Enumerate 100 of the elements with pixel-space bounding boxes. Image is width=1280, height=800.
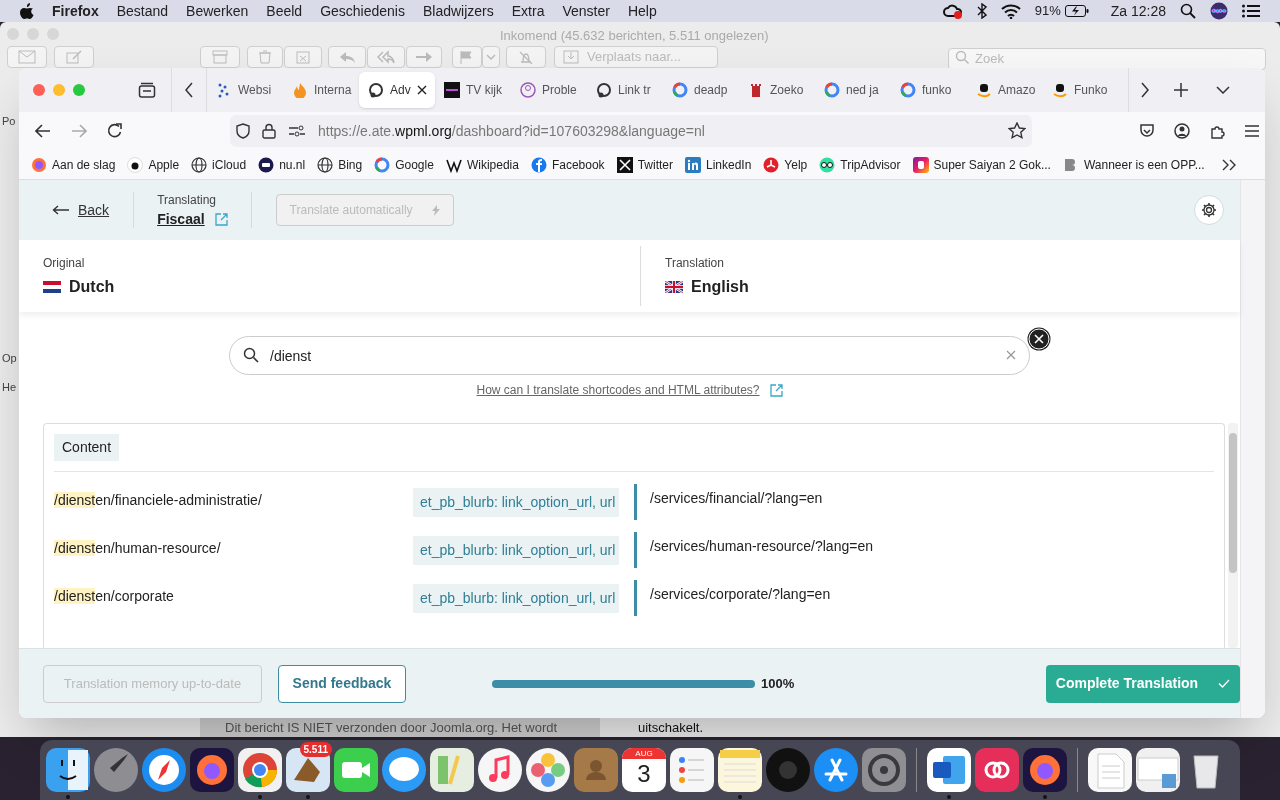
bookmark[interactable]: Yelp <box>763 155 808 174</box>
reload-icon[interactable] <box>107 123 123 139</box>
bookmark[interactable]: Aan de slag <box>31 155 116 174</box>
chevron-down-icon[interactable] <box>1216 86 1230 94</box>
app-icon[interactable] <box>44 746 92 794</box>
chevron-right-icon[interactable] <box>1140 82 1150 98</box>
app-icon[interactable] <box>668 746 716 794</box>
back-arrow-icon[interactable] <box>35 124 51 138</box>
app-icon[interactable] <box>1134 746 1182 794</box>
sidebar-label[interactable]: He <box>2 381 17 393</box>
app-icon[interactable] <box>925 746 973 794</box>
battery-icon[interactable] <box>1064 5 1089 17</box>
browser-tab[interactable]: Funko <box>1043 72 1119 108</box>
menu-item[interactable]: Venster <box>562 0 610 22</box>
browser-tab[interactable]: Websi <box>207 72 283 108</box>
app-icon[interactable] <box>716 746 764 794</box>
back-link[interactable]: Back <box>52 199 110 221</box>
cloud-sync-icon[interactable] <box>942 3 963 19</box>
app-icon[interactable] <box>973 746 1021 794</box>
wifi-icon[interactable] <box>1000 3 1021 19</box>
browser-tab[interactable]: Link tr <box>587 72 663 108</box>
list-icon[interactable] <box>1242 4 1260 18</box>
app-menu[interactable]: Firefox <box>52 0 99 22</box>
bookmark[interactable]: Google <box>374 155 434 174</box>
app-icon[interactable] <box>428 746 476 794</box>
account-icon[interactable] <box>1174 123 1190 139</box>
app-icon[interactable] <box>380 746 428 794</box>
browser-tab[interactable]: TV kijk <box>435 72 511 108</box>
double-chevron-icon[interactable] <box>1221 158 1237 171</box>
document-link[interactable]: Fiscaal <box>157 208 205 230</box>
app-icon[interactable] <box>284 746 332 794</box>
app-icon[interactable] <box>476 746 524 794</box>
bookmark[interactable]: Wikipedia <box>445 155 519 174</box>
browser-tab[interactable]: Interna <box>283 72 359 108</box>
settings-button[interactable] <box>1194 195 1224 225</box>
plus-icon[interactable] <box>1174 83 1188 97</box>
translation-text[interactable]: /services/financial/?lang=en <box>634 484 823 520</box>
dock-item[interactable]: AUG 3 <box>620 740 668 800</box>
gear-icon <box>1201 202 1217 218</box>
app-icon[interactable] <box>1086 746 1134 794</box>
close-icon[interactable] <box>416 85 427 95</box>
apple-logo-icon[interactable] <box>20 3 34 19</box>
address-bar[interactable]: https://e.ate.wpml.org/dashboard?id=107603298&language=nl <box>230 115 1032 147</box>
search-icon[interactable] <box>1180 3 1196 19</box>
pocket-icon[interactable] <box>1139 123 1155 139</box>
browser-tab[interactable]: Proble <box>511 72 587 108</box>
bookmark[interactable]: TripAdvisor <box>819 155 901 174</box>
menu-item[interactable]: Bewerken <box>186 0 249 22</box>
menu-item[interactable]: Bestand <box>116 0 169 22</box>
browser-tab[interactable]: funko <box>891 72 967 108</box>
puzzle-icon[interactable] <box>1209 123 1225 139</box>
app-icon[interactable] <box>812 746 860 794</box>
browser-tab[interactable]: deadp <box>663 72 739 108</box>
bookmark[interactable]: Bing <box>317 155 363 174</box>
clear-icon[interactable] <box>1006 350 1016 360</box>
translation-text[interactable]: /services/corporate/?lang=en <box>634 580 831 616</box>
lock-icon[interactable] <box>262 123 276 139</box>
app-icon[interactable] <box>524 746 572 794</box>
bookmark[interactable]: nu.nl <box>258 155 306 174</box>
send-feedback-button[interactable]: Send feedback <box>278 664 406 703</box>
menu-item[interactable]: Bladwijzers <box>422 0 494 22</box>
sliders-icon[interactable] <box>288 125 306 137</box>
app-icon[interactable] <box>332 746 380 794</box>
external-link-icon[interactable] <box>769 383 783 397</box>
browser-tab[interactable]: Zoeko <box>739 72 815 108</box>
browser-tab[interactable]: ned ja <box>815 72 891 108</box>
menu-item[interactable]: Extra <box>511 0 545 22</box>
shield-icon[interactable] <box>236 123 250 139</box>
browser-tab[interactable]: Amazo <box>967 72 1043 108</box>
sidebar-label[interactable]: Op <box>2 352 17 364</box>
app-icon[interactable] <box>236 746 284 794</box>
bookmark[interactable]: LinkedIn <box>684 155 752 174</box>
help-link[interactable]: How can I translate shortcodes and HTML attributes? <box>476 381 760 399</box>
bluetooth-icon[interactable] <box>976 3 987 19</box>
tray-icon[interactable] <box>138 82 156 98</box>
app-icon[interactable] <box>188 746 236 794</box>
chevron-left-icon[interactable] <box>184 82 194 98</box>
menu-item[interactable]: Beeld <box>266 0 303 22</box>
scrollbar-thumb[interactable] <box>1229 433 1237 573</box>
menu-icon[interactable] <box>1244 124 1260 138</box>
bookmark[interactable]: Facebook <box>530 155 605 174</box>
bookmark[interactable]: Twitter <box>616 155 673 174</box>
translation-text[interactable]: /services/human-resource/?lang=en <box>634 532 873 568</box>
bookmark[interactable]: Wanneer is een OPP... <box>1062 155 1205 174</box>
calendar-app-icon[interactable]: AUG 3 <box>622 748 666 792</box>
app-icon[interactable] <box>1021 746 1069 794</box>
sidebar-label[interactable]: Po <box>2 115 16 127</box>
menu-item[interactable]: Help <box>627 0 657 22</box>
search-field[interactable]: /dienst <box>229 336 1030 375</box>
app-icon[interactable] <box>140 746 188 794</box>
bookmark[interactable]: iCloud <box>191 155 247 174</box>
search-field[interactable]: Zoek <box>948 47 1266 70</box>
browser-tab[interactable]: Adv <box>359 72 435 108</box>
dock-item[interactable]: 5.511 <box>284 740 332 800</box>
menu-item[interactable]: Geschiedenis <box>320 0 405 22</box>
bookmark[interactable]: Apple <box>127 155 180 174</box>
star-icon[interactable] <box>1008 122 1026 140</box>
bookmark[interactable]: Super Saiyan 2 Gok... <box>912 155 1051 174</box>
menu-clock[interactable]: Za 12:28 <box>1110 0 1166 22</box>
siri-icon[interactable] <box>1210 2 1228 20</box>
